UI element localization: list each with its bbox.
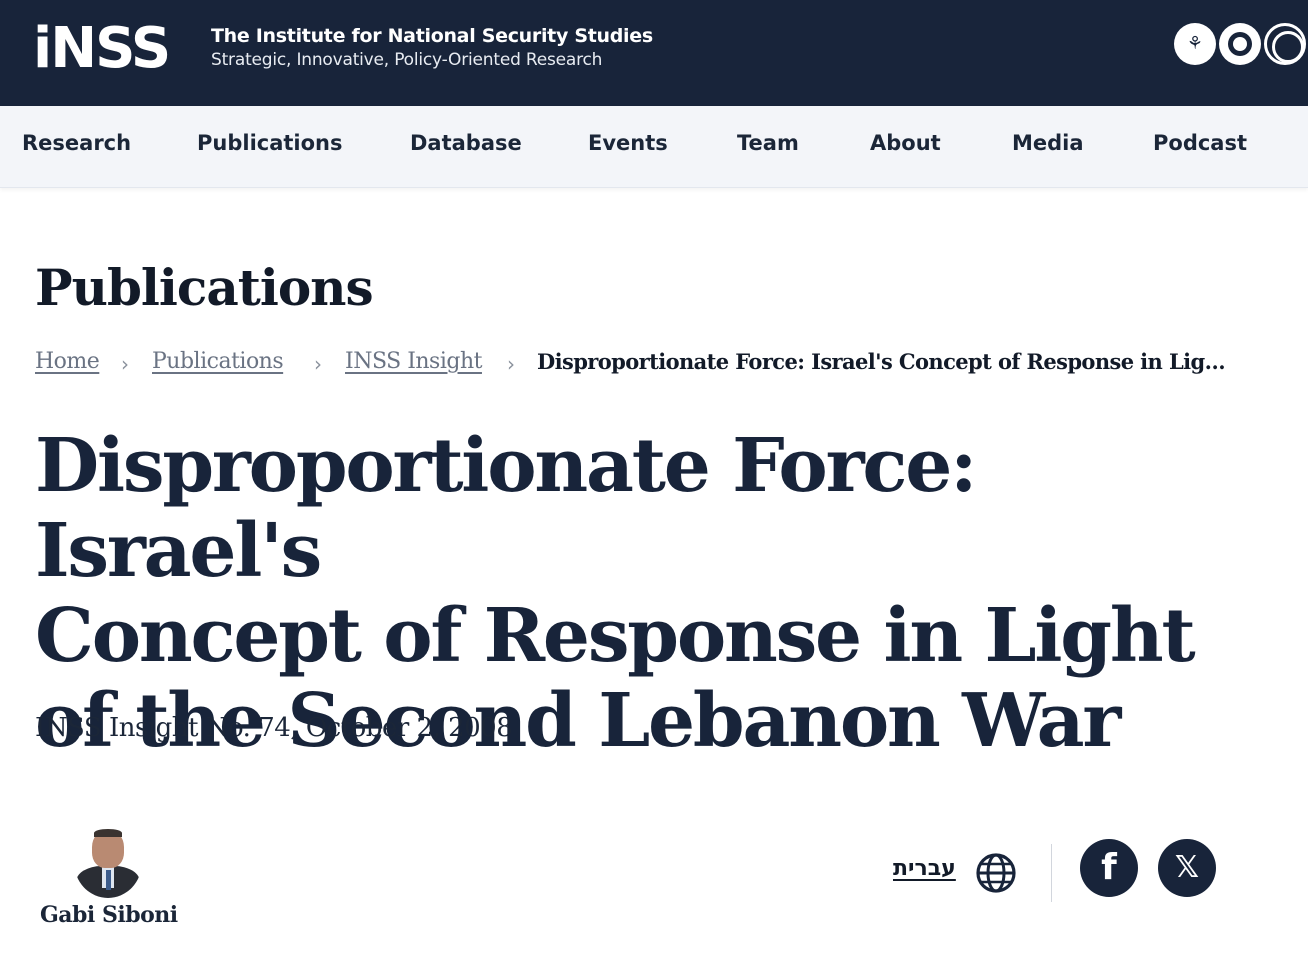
nav-database[interactable]: Database xyxy=(410,106,522,180)
nav-team[interactable]: Team xyxy=(737,106,799,180)
facebook-icon: f xyxy=(1101,847,1117,888)
partner-ring-icon[interactable] xyxy=(1219,23,1261,65)
language-switch-link[interactable]: עברית xyxy=(893,856,956,881)
nav-podcast[interactable]: Podcast xyxy=(1153,106,1247,180)
partner-circles-icon[interactable] xyxy=(1264,23,1306,65)
avatar-tie xyxy=(106,870,111,890)
section-title: Publications xyxy=(35,258,374,317)
nav-research[interactable]: Research xyxy=(22,106,131,180)
facebook-share-button[interactable]: f xyxy=(1080,839,1138,897)
chevron-right-icon: › xyxy=(121,352,129,376)
breadcrumb: Home › Publications › INSS Insight › Dis… xyxy=(35,346,1235,380)
chevron-right-icon: › xyxy=(314,352,322,376)
chevron-right-icon: › xyxy=(507,352,515,376)
site-header: iNSS The Institute for National Security… xyxy=(0,0,1308,106)
partner-logos: ⚘ xyxy=(1174,23,1306,65)
nav-publications[interactable]: Publications xyxy=(197,106,343,180)
breadcrumb-current: Disproportionate Force: Israel's Concept… xyxy=(537,349,1233,374)
logo-text-block[interactable]: The Institute for National Security Stud… xyxy=(211,24,653,72)
share-divider xyxy=(1051,844,1052,902)
globe-icon[interactable] xyxy=(975,852,1017,894)
nav-events[interactable]: Events xyxy=(588,106,668,180)
tau-emblem-icon[interactable]: ⚘ xyxy=(1174,23,1216,65)
logo-wordmark: iNSS xyxy=(33,16,171,81)
nav-about[interactable]: About xyxy=(870,106,941,180)
nav-media[interactable]: Media xyxy=(1012,106,1084,180)
avatar-head xyxy=(92,829,124,868)
x-share-button[interactable]: 𝕏 xyxy=(1158,839,1216,897)
breadcrumb-publications[interactable]: Publications xyxy=(152,346,284,378)
article-title-line: Disproportionate Force: Israel's xyxy=(35,423,977,594)
article-meta: INSS Insight No. 74, October 2, 2008 xyxy=(35,713,513,743)
inss-logo[interactable]: iNSS xyxy=(33,21,203,77)
main-navigation: Research Publications Database Events Te… xyxy=(0,106,1308,188)
emblem-glyph: ⚘ xyxy=(1186,33,1204,54)
org-name: The Institute for National Security Stud… xyxy=(211,25,653,47)
author-card[interactable]: Gabi Siboni xyxy=(36,826,186,936)
avatar[interactable] xyxy=(74,826,142,898)
author-name[interactable]: Gabi Siboni xyxy=(40,902,178,928)
org-tagline: Strategic, Innovative, Policy-Oriented R… xyxy=(211,50,603,70)
x-icon: 𝕏 xyxy=(1174,850,1200,885)
article-title-line: Concept of Response in Light xyxy=(35,593,1196,679)
breadcrumb-home[interactable]: Home xyxy=(35,346,100,378)
breadcrumb-inss-insight[interactable]: INSS Insight xyxy=(345,346,482,378)
